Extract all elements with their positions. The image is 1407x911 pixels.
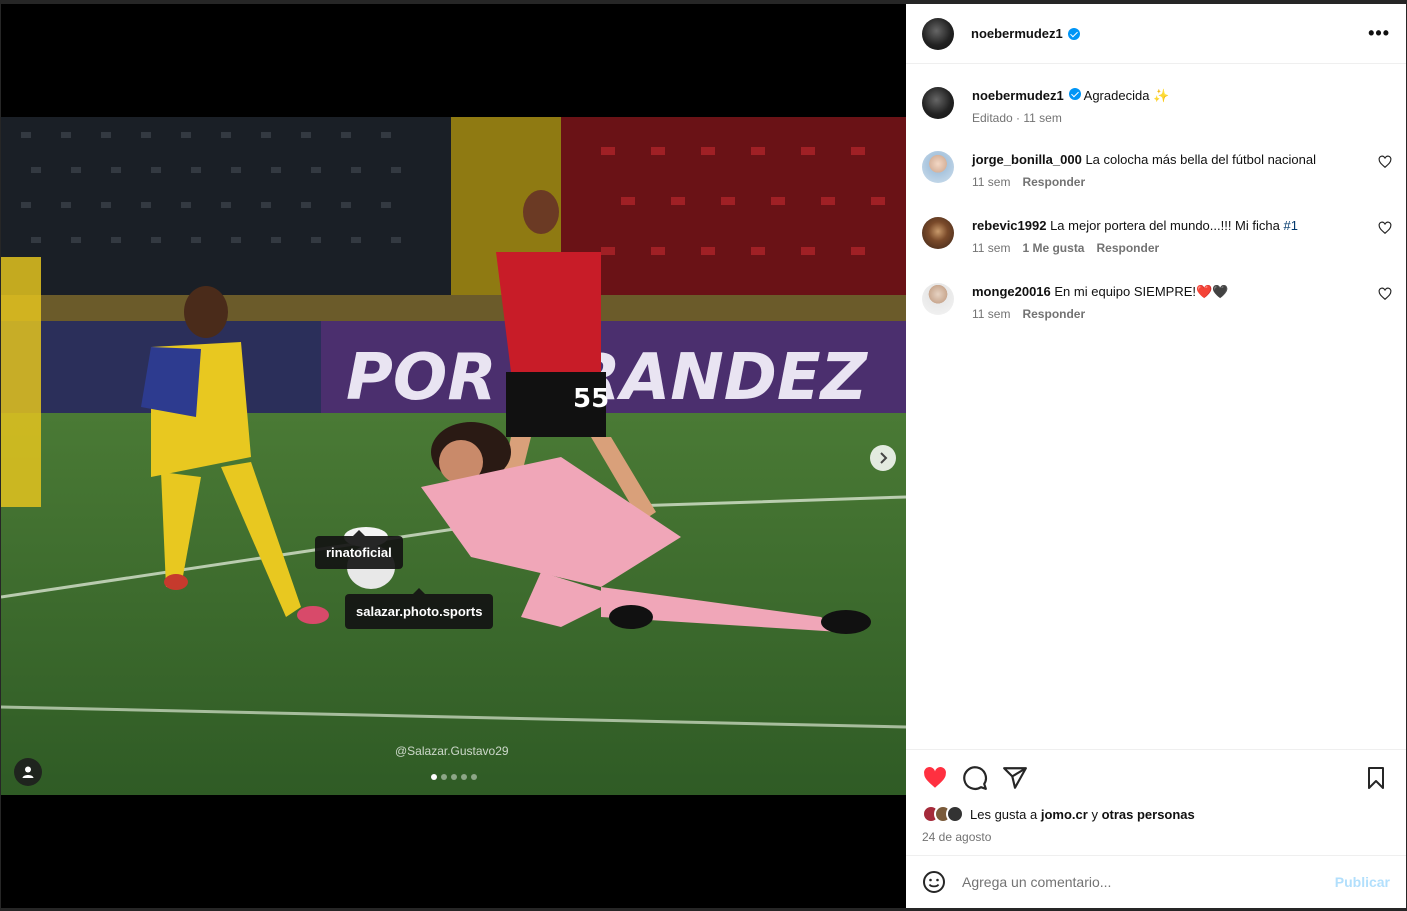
- publish-button[interactable]: Publicar: [1335, 874, 1390, 890]
- comment-hashtag-link[interactable]: #1: [1283, 218, 1297, 233]
- comment-text: monge20016 En mi equipo SIEMPRE!❤️🖤: [972, 283, 1362, 301]
- post-date[interactable]: 24 de agosto: [922, 830, 991, 844]
- comment-time[interactable]: 11 sem: [972, 241, 1010, 255]
- reply-button[interactable]: Responder: [1022, 175, 1085, 189]
- author-avatar[interactable]: [922, 17, 954, 50]
- comment-meta: 11 sem Responder: [972, 307, 1362, 321]
- comment-input[interactable]: [962, 874, 1335, 890]
- edited-label: Editado · 11 sem: [972, 111, 1062, 125]
- tagged-users-button[interactable]: [14, 758, 42, 786]
- comment-username[interactable]: rebevic1992: [972, 218, 1046, 233]
- comment-body: monge20016 En mi equipo SIEMPRE!❤️🖤 11 s…: [972, 283, 1362, 321]
- comment-row: monge20016 En mi equipo SIEMPRE!❤️🖤 11 s…: [922, 283, 1392, 321]
- commenter-avatar[interactable]: [922, 217, 954, 249]
- post-header: noebermudez1 •••: [906, 4, 1406, 64]
- reply-button[interactable]: Responder: [1022, 307, 1085, 321]
- author-username: noebermudez1: [971, 26, 1063, 41]
- caption-username[interactable]: noebermudez1: [972, 88, 1064, 103]
- commenter-avatar[interactable]: [922, 283, 954, 315]
- caption-emoji: ✨: [1153, 88, 1170, 103]
- caption-body: noebermudez1 Agradecida ✨ Editado · 11 s…: [972, 87, 1362, 125]
- caption-content: Agradecida: [1083, 88, 1150, 103]
- comment-time[interactable]: 11 sem: [972, 175, 1010, 189]
- carousel-dot: [431, 774, 437, 780]
- comment-time[interactable]: 11 sem: [972, 307, 1010, 321]
- like-comment-heart-icon[interactable]: [1378, 287, 1392, 301]
- user-icon: [22, 766, 34, 778]
- instagram-post-modal: POR GRANDEZ 55 rinatoficial salazar.phot…: [0, 0, 1407, 911]
- liker-avatar: [946, 805, 964, 823]
- comment-text: jorge_bonilla_000 La colocha más bella d…: [972, 151, 1362, 169]
- user-tag-salazar-photo-sports[interactable]: salazar.photo.sports: [345, 588, 494, 629]
- comment-content: En mi equipo SIEMPRE!: [1054, 284, 1197, 299]
- more-options-icon[interactable]: •••: [1368, 23, 1390, 44]
- action-icons: [922, 764, 1388, 792]
- carousel-dot: [441, 774, 447, 780]
- comment-body: rebevic1992 La mejor portera del mundo..…: [972, 217, 1362, 255]
- chevron-right-icon: [880, 452, 888, 464]
- reply-button[interactable]: Responder: [1096, 241, 1159, 255]
- likes-summary[interactable]: Les gusta a jomo.cr y otras personas: [922, 805, 1195, 823]
- comment-icon[interactable]: [962, 765, 988, 791]
- photo-watermark: @Salazar.Gustavo29: [395, 744, 509, 758]
- user-tag-rinatoficial[interactable]: rinatoficial: [315, 530, 403, 569]
- commenter-avatar[interactable]: [922, 151, 954, 183]
- like-heart-icon[interactable]: [922, 765, 948, 791]
- caption-text: noebermudez1 Agradecida ✨: [972, 87, 1362, 105]
- carousel-dot: [471, 774, 477, 780]
- verified-badge-icon: [1067, 27, 1080, 40]
- comment-meta: 11 sem Responder: [972, 175, 1362, 189]
- comment-username[interactable]: monge20016: [972, 284, 1051, 299]
- post-photo[interactable]: POR GRANDEZ 55: [1, 117, 906, 795]
- liker-avatars: [922, 805, 964, 823]
- comment-row: rebevic1992 La mejor portera del mundo..…: [922, 217, 1392, 255]
- comment-meta: 11 sem 1 Me gusta Responder: [972, 241, 1362, 255]
- comments-list: noebermudez1 Agradecida ✨ Editado · 11 s…: [906, 65, 1406, 749]
- caption-meta: Editado · 11 sem: [972, 111, 1362, 125]
- save-bookmark-icon[interactable]: [1364, 766, 1388, 790]
- like-comment-heart-icon[interactable]: [1378, 155, 1392, 169]
- comment-likes-count[interactable]: 1 Me gusta: [1022, 241, 1084, 255]
- comment-body: jorge_bonilla_000 La colocha más bella d…: [972, 151, 1362, 189]
- author-avatar[interactable]: [922, 87, 954, 119]
- post-media: POR GRANDEZ 55 rinatoficial salazar.phot…: [1, 4, 906, 908]
- carousel-next-button[interactable]: [870, 445, 896, 471]
- author-username-link[interactable]: noebermudez1: [971, 26, 1080, 41]
- likes-others-link[interactable]: otras personas: [1102, 807, 1195, 822]
- carousel-indicator: [431, 774, 477, 780]
- soccer-photo: POR GRANDEZ 55: [1, 117, 906, 795]
- share-paper-plane-icon[interactable]: [1002, 765, 1028, 791]
- comment-content: La mejor portera del mundo...!!! Mi fich…: [1050, 218, 1284, 233]
- likes-prefix: Les gusta a: [970, 806, 1038, 822]
- likes-user-link[interactable]: jomo.cr: [1041, 807, 1088, 822]
- emoji-smiley-icon[interactable]: [922, 870, 946, 894]
- likes-connector: y: [1091, 806, 1098, 822]
- comment-text: rebevic1992 La mejor portera del mundo..…: [972, 217, 1362, 235]
- comment-emojis: ❤️🖤: [1196, 284, 1229, 299]
- comment-row: jorge_bonilla_000 La colocha más bella d…: [922, 151, 1392, 189]
- like-comment-heart-icon[interactable]: [1378, 221, 1392, 235]
- caption-row: noebermudez1 Agradecida ✨ Editado · 11 s…: [922, 87, 1392, 125]
- post-actions: Les gusta a jomo.cr y otras personas 24 …: [906, 749, 1406, 855]
- verified-badge-icon: [1068, 88, 1081, 100]
- carousel-dot: [461, 774, 467, 780]
- post-side-panel: noebermudez1 ••• noebermudez1 Agradecida…: [906, 4, 1406, 908]
- add-comment-bar: Publicar: [906, 855, 1406, 908]
- player-number: 55: [573, 384, 609, 414]
- comment-content: La colocha más bella del fútbol nacional: [1085, 152, 1316, 167]
- carousel-dot: [451, 774, 457, 780]
- comment-username[interactable]: jorge_bonilla_000: [972, 152, 1082, 167]
